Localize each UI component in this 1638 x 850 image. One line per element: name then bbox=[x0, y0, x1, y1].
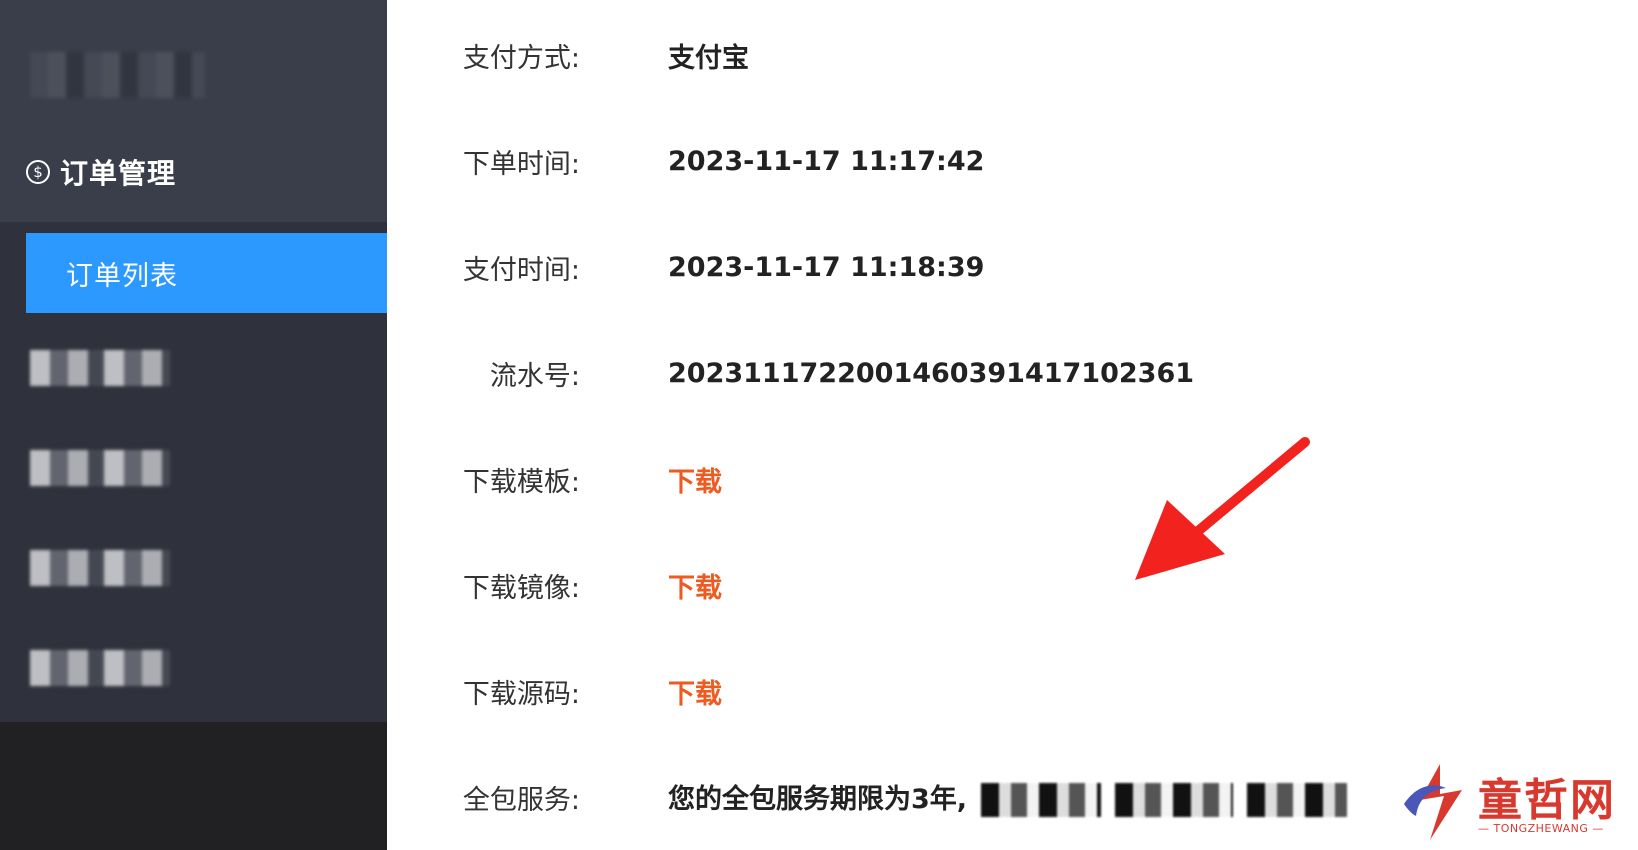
dollar-circle-icon: $ bbox=[26, 160, 50, 184]
watermark-subtext: — TONGZHEWANG — bbox=[1478, 822, 1604, 835]
full-service-text: 您的全包服务期限为3年, bbox=[668, 783, 968, 815]
menu-group-label: 订单管理 bbox=[60, 157, 177, 190]
sidebar-item-blurred[interactable] bbox=[30, 450, 170, 486]
download-template-label: 下载模板: bbox=[462, 466, 580, 498]
download-source-label: 下载源码: bbox=[462, 678, 580, 710]
sidebar-item-blurred[interactable] bbox=[30, 350, 170, 386]
redacted-text bbox=[981, 783, 1102, 818]
detail-row-payment-method: 支付方式: 支付宝 bbox=[387, 30, 1638, 80]
download-image-link[interactable]: 下载 bbox=[668, 566, 722, 605]
detail-row-order-time: 下单时间: 2023-11-17 11:17:42 bbox=[387, 136, 1638, 186]
sidebar-item-label: 订单列表 bbox=[66, 260, 178, 292]
redacted-text bbox=[1247, 783, 1348, 818]
payment-method-label: 支付方式: bbox=[462, 42, 580, 74]
full-service-label: 全包服务: bbox=[462, 784, 580, 816]
serial-number-label: 流水号: bbox=[489, 360, 580, 392]
logo-blurred bbox=[30, 52, 205, 98]
redacted-text bbox=[1115, 783, 1234, 818]
download-image-label: 下载镜像: bbox=[462, 572, 580, 604]
order-time-label: 下单时间: bbox=[462, 148, 580, 180]
watermark-mark-icon bbox=[1404, 764, 1462, 840]
menu-group-order-management[interactable]: $ 订单管理 bbox=[26, 152, 176, 192]
sidebar-item-order-list[interactable]: 订单列表 bbox=[26, 233, 387, 313]
pay-time-label: 支付时间: bbox=[462, 254, 580, 286]
download-template-link[interactable]: 下载 bbox=[668, 460, 722, 499]
detail-row-download-source: 下载源码: 下载 bbox=[387, 666, 1638, 716]
sidebar-item-blurred[interactable] bbox=[30, 550, 170, 586]
detail-row-pay-time: 支付时间: 2023-11-17 11:18:39 bbox=[387, 242, 1638, 292]
sidebar-item-blurred[interactable] bbox=[30, 650, 170, 686]
serial-number-value: 2023111722001460391417102361 bbox=[668, 357, 1195, 389]
detail-row-serial-number: 流水号: 2023111722001460391417102361 bbox=[387, 348, 1638, 398]
watermark-name: 童哲网 bbox=[1478, 775, 1616, 826]
pay-time-value: 2023-11-17 11:18:39 bbox=[668, 251, 985, 283]
detail-row-download-template: 下载模板: 下载 bbox=[387, 454, 1638, 504]
sidebar: $ 订单管理 订单列表 bbox=[0, 0, 387, 850]
order-detail-panel: 支付方式: 支付宝 下单时间: 2023-11-17 11:17:42 支付时间… bbox=[387, 0, 1638, 850]
watermark-logo: 童哲网 — TONGZHEWANG — bbox=[1400, 760, 1630, 844]
detail-row-download-image: 下载镜像: 下载 bbox=[387, 560, 1638, 610]
annotation-arrow-icon bbox=[1135, 437, 1310, 580]
payment-method-value: 支付宝 bbox=[668, 42, 749, 74]
full-service-value: 您的全包服务期限为3年, bbox=[668, 777, 1348, 818]
order-time-value: 2023-11-17 11:17:42 bbox=[668, 145, 985, 177]
download-source-link[interactable]: 下载 bbox=[668, 672, 722, 711]
